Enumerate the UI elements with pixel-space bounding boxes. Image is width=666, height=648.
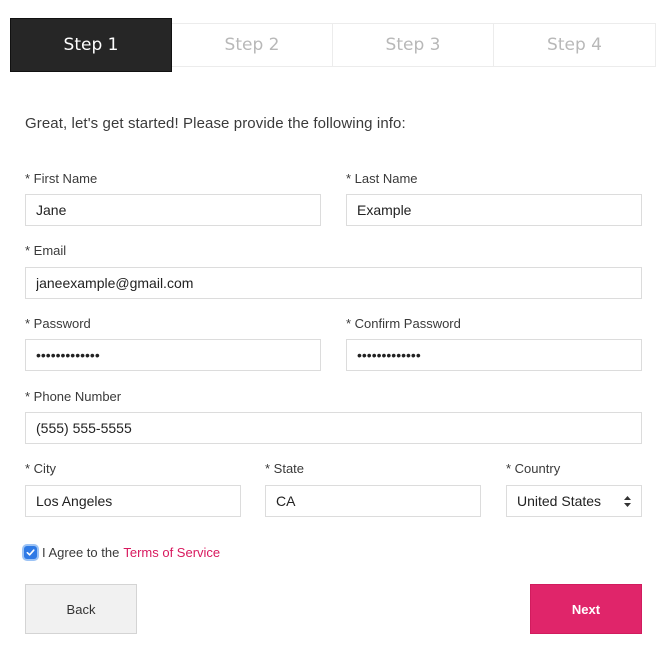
country-label: * Country <box>506 461 561 476</box>
confirm-password-label: * Confirm Password <box>346 316 461 331</box>
state-input[interactable] <box>265 485 481 517</box>
state-label: * State <box>265 461 305 476</box>
tab-step-3[interactable]: Step 3 <box>333 23 494 67</box>
country-select[interactable]: United States <box>506 485 642 517</box>
agree-text: I Agree to the <box>42 545 120 560</box>
password-label: * Password <box>25 316 91 331</box>
terms-agreement: I Agree to the Terms of Service <box>24 545 220 560</box>
step-progress: Step 1 Step 2 Step 3 Step 4 <box>10 18 656 72</box>
next-button[interactable]: Next <box>530 584 642 634</box>
confirm-password-input[interactable] <box>346 339 642 371</box>
terms-of-service-link[interactable]: Terms of Service <box>123 545 220 560</box>
tab-step-1[interactable]: Step 1 <box>10 18 172 72</box>
agree-checkbox[interactable] <box>24 546 37 559</box>
last-name-input[interactable] <box>346 194 642 226</box>
email-label: * Email <box>25 243 67 258</box>
first-name-label: * First Name <box>25 171 98 186</box>
select-arrows-icon <box>624 495 631 507</box>
tab-step-2[interactable]: Step 2 <box>171 23 333 67</box>
intro-text: Great, let's get started! Please provide… <box>25 115 406 132</box>
last-name-label: * Last Name <box>346 171 418 186</box>
back-button[interactable]: Back <box>25 584 137 634</box>
city-label: * City <box>25 461 57 476</box>
tab-step-4[interactable]: Step 4 <box>494 23 656 67</box>
password-input[interactable] <box>25 339 321 371</box>
email-input[interactable] <box>25 267 642 299</box>
first-name-input[interactable] <box>25 194 321 226</box>
phone-input[interactable] <box>25 412 642 444</box>
checkmark-icon <box>26 549 35 556</box>
country-select-value: United States <box>517 493 602 509</box>
city-input[interactable] <box>25 485 241 517</box>
phone-label: * Phone Number <box>25 389 122 404</box>
